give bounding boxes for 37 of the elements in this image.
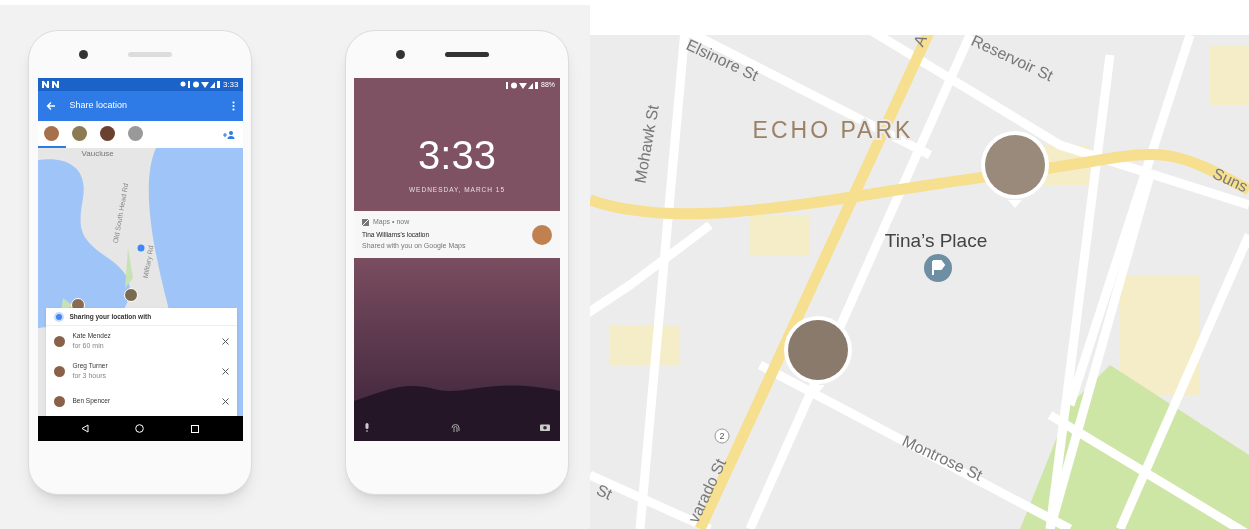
place-label: Tina’s Place (884, 230, 988, 251)
status-icons (506, 81, 538, 89)
route-shield (714, 428, 730, 444)
home-icon[interactable] (135, 424, 145, 433)
street-label: A (910, 35, 930, 50)
flag-icon (932, 260, 946, 276)
notification-icon (41, 81, 60, 88)
avatar (532, 224, 552, 245)
speaker-icon (444, 52, 489, 57)
street-label: St (593, 481, 615, 503)
street-label: varado St (684, 456, 730, 526)
camera-icon[interactable] (540, 423, 550, 431)
map-label: Vaucluse (81, 148, 114, 160)
close-icon[interactable] (221, 367, 229, 375)
recents-icon[interactable] (191, 424, 200, 433)
maps-app-icon (362, 218, 369, 226)
avatar (53, 395, 65, 407)
avatar (53, 365, 65, 377)
camera-icon (78, 50, 88, 59)
add-person-icon[interactable] (222, 130, 235, 139)
more-options-icon[interactable] (231, 101, 235, 111)
close-icon[interactable] (221, 397, 229, 405)
street-label: Mohawk St (631, 103, 662, 185)
close-icon[interactable] (221, 337, 229, 345)
fingerprint-icon (450, 423, 460, 433)
camera-icon (395, 50, 405, 59)
avatar (53, 335, 65, 347)
microphone-icon[interactable] (364, 423, 370, 432)
status-icons (179, 81, 220, 88)
status-time: 3:33 (222, 78, 239, 91)
route-number: 2 (719, 431, 725, 441)
street-label: Suns (1210, 164, 1249, 196)
screen-title: Share location (69, 99, 129, 113)
back-arrow-icon[interactable] (45, 101, 56, 111)
lock-clock: 3:33 (418, 135, 496, 175)
speaker-icon (127, 52, 172, 57)
back-icon[interactable] (80, 424, 89, 433)
